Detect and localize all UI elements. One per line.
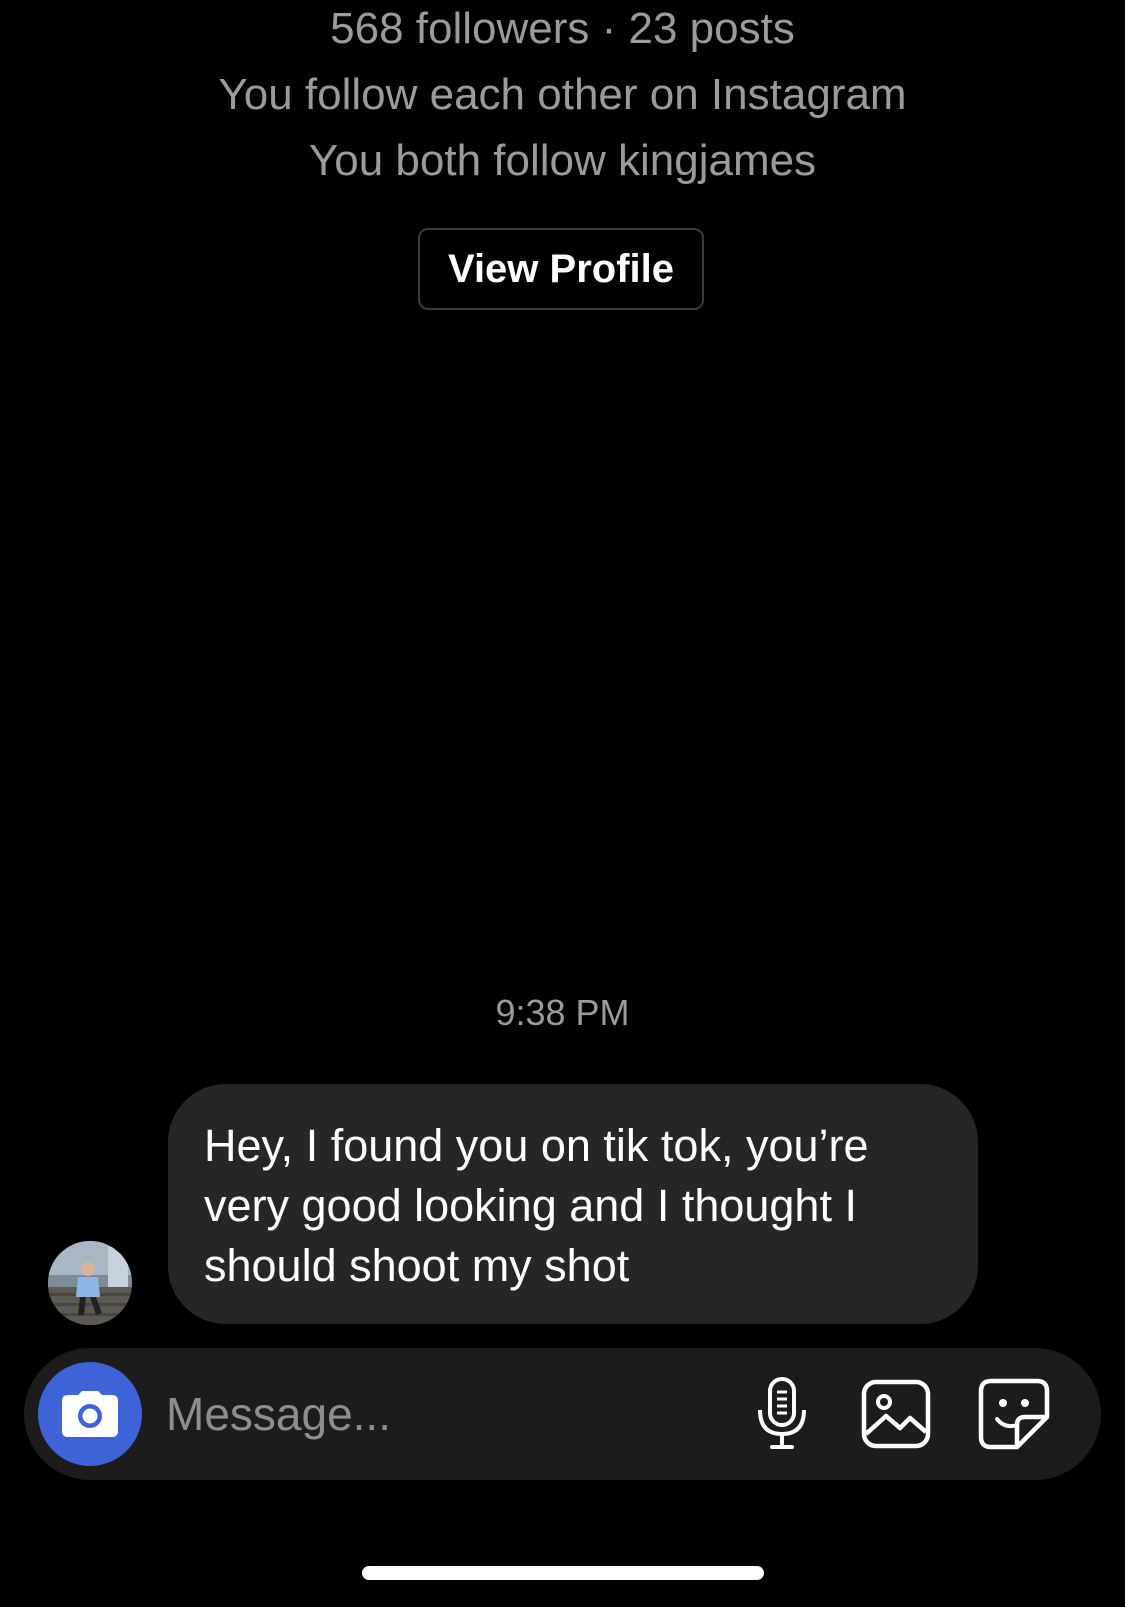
follower-post-count: 568 followers · 23 posts — [330, 4, 795, 53]
sender-avatar[interactable] — [48, 1241, 132, 1325]
microphone-icon — [758, 1377, 806, 1449]
message-timestamp: 9:38 PM — [495, 992, 630, 1033]
message-composer — [24, 1348, 1101, 1480]
gallery-button[interactable] — [856, 1374, 936, 1454]
gallery-icon — [861, 1379, 931, 1449]
camera-button[interactable] — [38, 1362, 142, 1466]
received-message-bubble[interactable]: Hey, I found you on tik tok, you’re very… — [168, 1084, 978, 1324]
mutual-follow-text: You follow each other on Instagram — [218, 70, 907, 119]
home-indicator[interactable] — [362, 1566, 764, 1580]
common-follow-text: You both follow kingjames — [308, 136, 817, 185]
message-input[interactable] — [166, 1378, 706, 1450]
voice-message-button[interactable] — [742, 1374, 822, 1454]
sticker-icon — [978, 1378, 1050, 1450]
view-profile-button[interactable]: View Profile — [418, 228, 704, 310]
sticker-button[interactable] — [974, 1374, 1054, 1454]
camera-icon — [62, 1391, 118, 1437]
